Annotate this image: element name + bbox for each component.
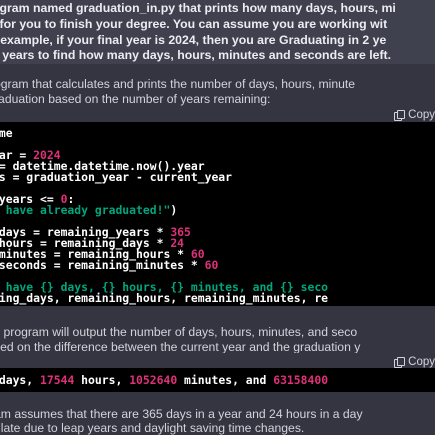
code-block: ime ear = 2024 = datetime.datetime.now()… bbox=[0, 122, 435, 306]
assistant-text-line: raduation based on the number of years r… bbox=[0, 92, 271, 106]
user-message-line: 2 years to find how many days, hours, mi… bbox=[0, 48, 392, 62]
code-line: ning_days, remaining_hours, remaining_mi… bbox=[0, 291, 329, 305]
assistant-text-line: sed on the difference between the curren… bbox=[0, 340, 361, 354]
code-line: u have already graduated!") bbox=[0, 203, 178, 217]
assistant-text-line: s program will output the number of days… bbox=[0, 325, 358, 339]
output-line: days, 17544 hours, 1052640 minutes, and … bbox=[0, 373, 329, 387]
assistant-text-line: ogram that calculates and prints the num… bbox=[0, 77, 356, 91]
user-message-line: ogram named graduation_in.py that prints… bbox=[0, 1, 396, 15]
output-block: days, 17544 hours, 1052640 minutes, and … bbox=[0, 368, 435, 392]
copy-code-button[interactable]: Copy bbox=[394, 356, 435, 368]
copy-code-button[interactable]: Copy bbox=[394, 109, 435, 121]
clipboard-icon bbox=[394, 110, 406, 121]
chat-transcript: ogram named graduation_in.py that prints… bbox=[0, 0, 435, 435]
clipboard-icon bbox=[394, 357, 406, 368]
code-line: _seconds = remaining_minutes * 60 bbox=[0, 258, 219, 272]
copy-code-label: Copy bbox=[408, 109, 435, 121]
user-message: ogram named graduation_in.py that prints… bbox=[0, 0, 435, 64]
user-message-line: t for you to finish your degree. You can… bbox=[0, 17, 388, 31]
copy-code-label: Copy bbox=[408, 356, 435, 368]
assistant-text-line: am assumes that there are 365 days in a … bbox=[0, 407, 363, 421]
user-message-line: r example, if your final year is 2024, t… bbox=[0, 33, 387, 47]
code-line: ime bbox=[0, 126, 13, 140]
assistant-text-line: ulate due to leap years and daylight sav… bbox=[0, 421, 305, 435]
code-line: rs = graduation_year - current_year bbox=[0, 170, 233, 184]
